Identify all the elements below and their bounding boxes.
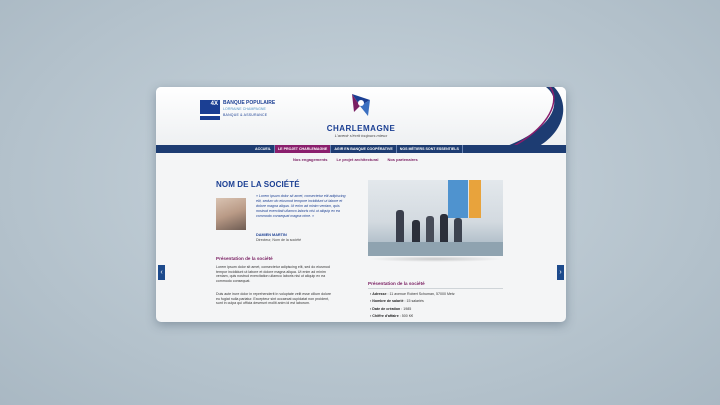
info-heading: Présentation de la société (368, 281, 425, 286)
brand-name: CHARLEMAGNE (326, 124, 396, 133)
director-role: Directeur, Nom de la société (256, 238, 302, 242)
nav-item-projet[interactable]: LE PROJET CHARLEMAGNE (274, 145, 332, 153)
website-mockup: 4X BANQUE POPULAIRE LORRAINE CHAMPAGNE B… (156, 87, 566, 322)
info-item: ▪ Date de création : 1985 (370, 306, 412, 311)
prev-arrow-button[interactable]: ‹ (158, 265, 165, 280)
chevron-right-icon: › (559, 269, 562, 276)
next-arrow-button[interactable]: › (557, 265, 564, 280)
main-nav: ACCUEIL LE PROJET CHARLEMAGNE AGIR EN BA… (156, 145, 566, 153)
nav-item-metiers[interactable]: NOS MÉTIERS SONT ESSENTIELS (397, 145, 463, 153)
brand-tagline: L'avenir s'écrit toujours mieux (334, 133, 388, 138)
team-photo (368, 180, 503, 256)
body-paragraph-2: Duis aute irure dolor in reprehenderit i… (216, 292, 332, 306)
divider (368, 288, 503, 289)
site-header: 4X BANQUE POPULAIRE LORRAINE CHAMPAGNE B… (156, 87, 566, 153)
page-title: NOM DE LA SOCIÉTÉ (216, 180, 300, 189)
director-quote: « Lorem ipsum dolor sit amet, consectetu… (256, 194, 346, 218)
nav-item-agir[interactable]: AGIR EN BANQUE COOPÉRATIVE (331, 145, 397, 153)
subnav-item-partenaires[interactable]: Nos partenaires (387, 157, 417, 162)
section-heading: Présentation de la société (216, 256, 273, 261)
banque-populaire-logo[interactable]: 4X BANQUE POPULAIRE LORRAINE CHAMPAGNE B… (200, 100, 275, 120)
charlemagne-emblem-icon (352, 94, 370, 116)
charlemagne-logo[interactable]: CHARLEMAGNE L'avenir s'écrit toujours mi… (326, 92, 396, 138)
sub-nav: Nos engagements Le projet architectural … (293, 157, 427, 162)
subnav-item-architectural[interactable]: Le projet architectural (336, 157, 378, 162)
bp-line3: BANQUE & ASSURANCE (223, 113, 268, 117)
nav-item-accueil[interactable]: ACCUEIL (252, 145, 275, 153)
info-item: ▪ Nombre de salarié : 15 salariés (370, 299, 424, 304)
body-paragraph-1: Lorem ipsum dolor sit amet, consectetur … (216, 265, 330, 283)
info-item: ▪ Adresse : 11 avenue Robert Schuman, 57… (370, 292, 455, 296)
info-item: ▪ Chiffre d'affaire : 500 K€ (370, 314, 414, 319)
header-swoosh-decoration (486, 87, 564, 153)
bp-badge-text: 4X (210, 101, 218, 107)
subnav-item-engagements[interactable]: Nos engagements (293, 157, 327, 162)
photo-shadow (368, 256, 503, 262)
company-info-list: ▪ Adresse : 11 avenue Robert Schuman, 57… (370, 291, 455, 321)
chevron-left-icon: ‹ (160, 269, 163, 276)
director-photo (216, 198, 246, 230)
bp-logo-icon: 4X (200, 100, 220, 120)
director-name: DAMIEN MARTIN (256, 233, 287, 237)
